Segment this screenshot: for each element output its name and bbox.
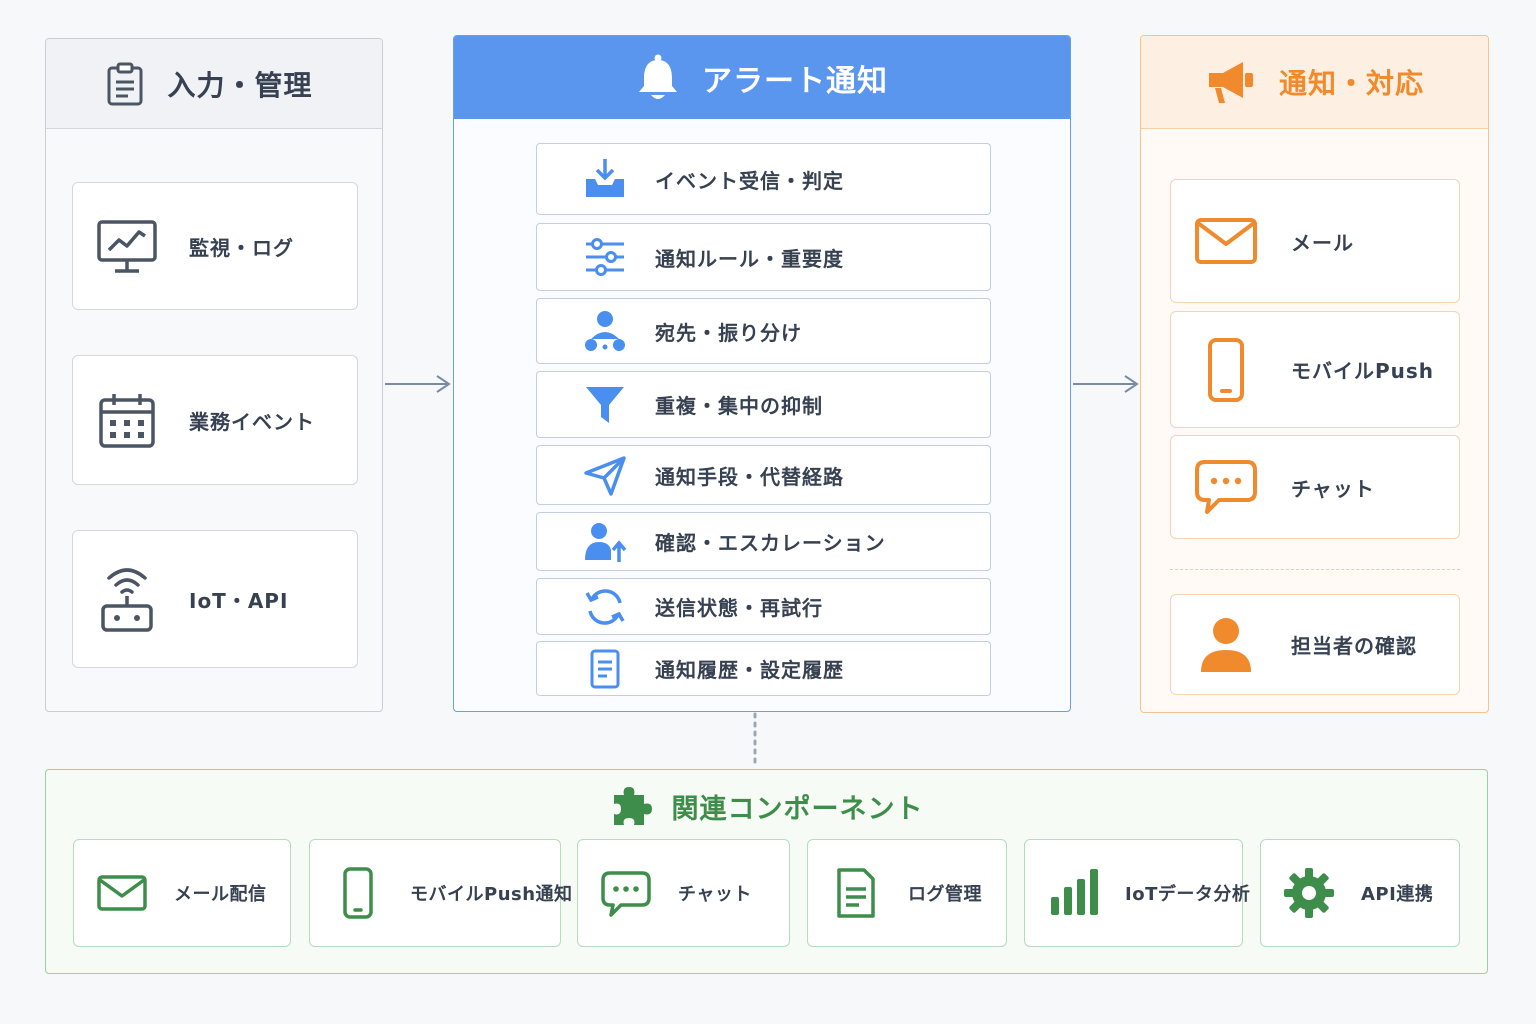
alert-step-routing: 宛先・振り分け	[536, 298, 991, 364]
input-panel: 入力・管理 監視・ログ 業務イベント IoT・API	[45, 38, 383, 712]
smartphone-icon	[343, 867, 373, 919]
alert-step-history: 通知履歴・設定履歴	[536, 641, 991, 696]
mail-icon	[1195, 218, 1257, 264]
document-icon	[590, 649, 620, 688]
output-item-label: メール	[1291, 230, 1354, 255]
filter-icon	[586, 386, 624, 423]
output-item-chat: チャット	[1170, 435, 1460, 539]
send-icon	[584, 456, 626, 496]
input-panel-header: 入力・管理	[46, 39, 382, 129]
alert-step-label: イベント受信・判定	[655, 168, 844, 193]
output-panel: 通知・対応 メール モバイルPush チャット 担当者の確認	[1140, 35, 1489, 713]
alert-step-channels: 通知手段・代替経路	[536, 445, 991, 505]
refresh-icon	[585, 588, 625, 625]
output-item-email: メール	[1170, 179, 1460, 303]
input-item-monitoring: 監視・ログ	[72, 182, 358, 310]
component-chat: チャット	[577, 839, 790, 947]
component-label: チャット	[678, 884, 752, 905]
component-api-integration: API連携	[1260, 839, 1460, 947]
alert-to-components-connector	[753, 712, 757, 770]
puzzle-icon	[613, 787, 652, 825]
components-panel-header: 関連コンポーネント	[46, 784, 1487, 828]
alert-to-output-arrow	[1073, 375, 1139, 393]
alert-panel-header: アラート通知	[454, 36, 1070, 119]
output-panel-header: 通知・対応	[1141, 36, 1488, 129]
alert-step-event-intake: イベント受信・判定	[536, 143, 991, 215]
component-label: IoTデータ分析	[1125, 884, 1251, 905]
input-item-label: IoT・API	[189, 588, 289, 613]
input-item-label: 監視・ログ	[189, 235, 294, 260]
clipboard-icon	[107, 62, 143, 105]
component-iot-analytics: IoTデータ分析	[1024, 839, 1250, 947]
input-item-label: 業務イベント	[189, 409, 315, 434]
input-to-alert-arrow	[385, 375, 451, 393]
user-network-icon	[585, 311, 625, 351]
alert-step-dedup: 重複・集中の抑制	[536, 371, 991, 438]
chat-icon	[601, 871, 651, 917]
output-item-responder: 担当者の確認	[1170, 594, 1460, 695]
component-label: ログ管理	[908, 884, 982, 905]
megaphone-icon	[1208, 62, 1253, 103]
output-panel-title: 通知・対応	[1278, 67, 1424, 100]
output-divider	[1170, 569, 1460, 570]
alert-step-label: 宛先・振り分け	[655, 320, 802, 345]
input-panel-title: 入力・管理	[167, 68, 313, 102]
bar-chart-icon	[1051, 869, 1098, 915]
alert-step-label: 通知ルール・重要度	[655, 246, 844, 271]
component-label: API連携	[1361, 884, 1434, 905]
chat-icon	[1195, 460, 1257, 514]
component-label: メール配信	[174, 884, 267, 905]
output-item-label: 担当者の確認	[1291, 634, 1417, 658]
smartphone-icon	[1208, 337, 1244, 402]
alert-panel: アラート通知 イベント受信・判定 通知ルール・重要度 宛先・振り分け 重複・集中…	[453, 35, 1071, 712]
component-label: モバイルPush通知	[410, 884, 573, 905]
router-icon	[101, 568, 153, 632]
output-item-label: モバイルPush	[1291, 359, 1435, 383]
person-icon	[1201, 617, 1251, 672]
component-mobile-push: モバイルPush通知	[309, 839, 572, 947]
alert-panel-title: アラート通知	[702, 63, 888, 99]
alert-step-escalation: 確認・エスカレーション	[536, 512, 991, 571]
sliders-icon	[586, 238, 624, 276]
input-item-business-event: 業務イベント	[72, 355, 358, 485]
components-panel-title: 関連コンポーネント	[671, 793, 924, 825]
alert-step-label: 確認・エスカレーション	[655, 531, 886, 555]
mail-icon	[97, 875, 147, 911]
bell-icon	[639, 54, 677, 99]
alert-step-retry: 送信状態・再試行	[536, 578, 991, 635]
alert-step-label: 重複・集中の抑制	[655, 394, 823, 418]
user-escalate-icon	[585, 522, 627, 562]
output-item-mobile-push: モバイルPush	[1170, 311, 1460, 428]
component-log-management: ログ管理	[807, 839, 1007, 947]
alert-step-label: 通知手段・代替経路	[655, 464, 844, 489]
monitor-icon	[97, 220, 157, 273]
output-item-label: チャット	[1291, 476, 1375, 501]
alert-step-rules: 通知ルール・重要度	[536, 223, 991, 291]
gear-icon	[1284, 868, 1334, 918]
calendar-icon	[99, 394, 155, 448]
components-panel: 関連コンポーネント メール配信 モバイルPush通知 チャット ログ管理 IoT…	[45, 769, 1488, 974]
document-icon	[837, 868, 875, 918]
component-email-delivery: メール配信	[73, 839, 291, 947]
input-item-iot-api: IoT・API	[72, 530, 358, 668]
alert-step-label: 通知履歴・設定履歴	[655, 658, 844, 682]
inbox-download-icon	[586, 159, 624, 197]
alert-step-label: 送信状態・再試行	[655, 596, 823, 620]
